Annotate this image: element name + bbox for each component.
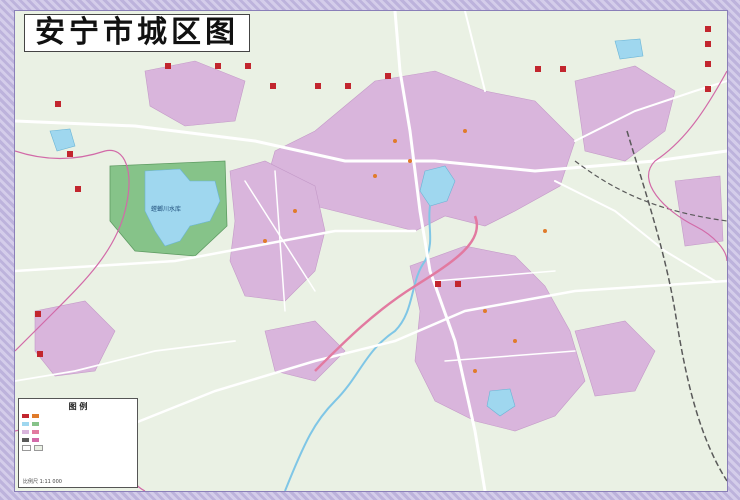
place-marker — [705, 61, 711, 67]
legend-swatch-forest — [32, 422, 39, 426]
poi-dot — [293, 209, 297, 213]
place-marker — [165, 63, 171, 69]
legend-panel: 图 例 比例尺 1:11 000 — [18, 398, 138, 488]
legend-swatch-row — [19, 436, 137, 444]
place-marker — [705, 26, 711, 32]
poi-dot — [263, 239, 267, 243]
legend-swatch-marker — [22, 414, 29, 418]
place-marker — [55, 101, 61, 107]
legend-swatch-row — [19, 428, 137, 436]
legend-swatch-boundary — [32, 438, 39, 442]
place-marker — [455, 281, 461, 287]
place-marker — [705, 86, 711, 92]
place-marker — [560, 66, 566, 72]
legend-swatch-road — [22, 445, 31, 451]
place-marker — [245, 63, 251, 69]
poi-dot — [373, 174, 377, 178]
legend-swatch-row — [19, 412, 137, 420]
place-marker — [705, 41, 711, 47]
place-marker — [535, 66, 541, 72]
poi-dot — [393, 139, 397, 143]
poi-dot — [473, 369, 477, 373]
legend-swatch-row — [19, 420, 137, 428]
place-marker — [345, 83, 351, 89]
poi-dot — [408, 159, 412, 163]
legend-swatch-rail — [22, 438, 29, 442]
scale-text: 比例尺 1:11 000 — [23, 479, 62, 485]
lake-label: 螳螂川水库 — [151, 205, 181, 213]
small-lake-east — [614, 38, 644, 60]
legend-swatch-highway — [32, 430, 39, 434]
legend-title: 图 例 — [68, 402, 88, 411]
legend-swatch-urban — [22, 430, 29, 434]
place-marker — [37, 351, 43, 357]
poi-dot — [513, 339, 517, 343]
legend-swatch-water — [22, 422, 29, 426]
poi-dot — [463, 129, 467, 133]
map-title: 安宁市城区图 — [24, 14, 250, 52]
legend-swatch-land — [34, 445, 43, 451]
place-marker — [215, 63, 221, 69]
place-marker — [435, 281, 441, 287]
place-marker — [385, 73, 391, 79]
place-marker — [270, 83, 276, 89]
legend-swatch-poi — [32, 414, 39, 418]
poi-dot — [543, 229, 547, 233]
legend-swatch-row — [19, 444, 137, 452]
place-marker — [67, 151, 73, 157]
place-marker — [75, 186, 81, 192]
place-marker — [315, 83, 321, 89]
place-marker — [35, 311, 41, 317]
poi-dot — [483, 309, 487, 313]
